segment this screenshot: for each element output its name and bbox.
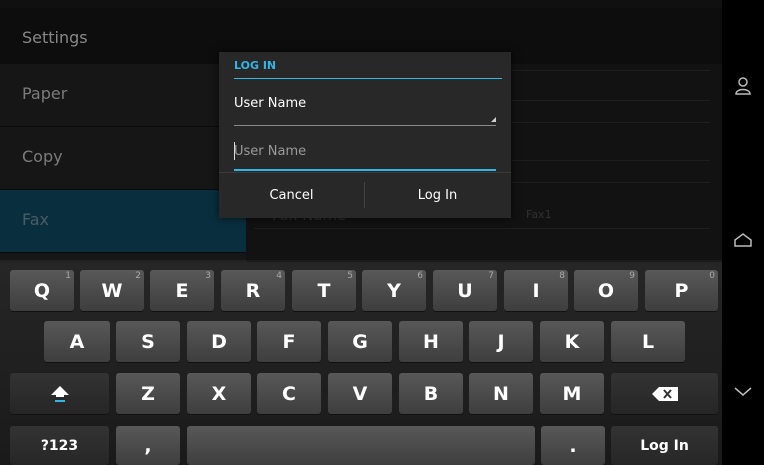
text-caret bbox=[234, 142, 235, 160]
key-e[interactable]: E3 bbox=[150, 270, 214, 311]
key-label: Y bbox=[387, 279, 401, 302]
key-l[interactable]: L bbox=[611, 321, 685, 362]
key-u[interactable]: U7 bbox=[433, 270, 497, 311]
key-y[interactable]: Y6 bbox=[362, 270, 426, 311]
key-s[interactable]: S bbox=[116, 321, 180, 362]
cancel-button[interactable]: Cancel bbox=[219, 173, 364, 218]
backspace-key[interactable] bbox=[611, 373, 718, 414]
key-hint: 7 bbox=[488, 271, 494, 281]
key-a[interactable]: A bbox=[44, 321, 110, 362]
key-m[interactable]: M bbox=[540, 373, 604, 414]
recent-apps-button[interactable] bbox=[722, 66, 764, 106]
dropdown-underline bbox=[234, 125, 496, 126]
key-label: O bbox=[597, 279, 615, 302]
home-button[interactable] bbox=[722, 220, 764, 260]
key-j[interactable]: J bbox=[469, 321, 533, 362]
key-w[interactable]: W2 bbox=[80, 270, 144, 311]
dropdown-value: User Name bbox=[234, 96, 307, 111]
dialog-title: LOG IN bbox=[234, 59, 277, 72]
key-t[interactable]: T5 bbox=[292, 270, 356, 311]
comma-key[interactable]: , bbox=[116, 426, 180, 465]
recent-apps-icon bbox=[735, 77, 751, 95]
key-i[interactable]: I8 bbox=[504, 270, 568, 311]
key-label: E bbox=[175, 279, 189, 302]
system-nav-bar bbox=[722, 0, 764, 465]
home-icon bbox=[734, 233, 752, 247]
key-d[interactable]: D bbox=[187, 321, 251, 362]
log-in-button[interactable]: Log In bbox=[365, 173, 510, 218]
key-n[interactable]: N bbox=[469, 373, 533, 414]
shift-icon bbox=[50, 385, 69, 402]
hide-keyboard-button[interactable] bbox=[722, 372, 764, 412]
key-c[interactable]: C bbox=[257, 373, 321, 414]
key-hint: 3 bbox=[205, 271, 211, 281]
key-hint: 2 bbox=[135, 271, 141, 281]
key-label: T bbox=[317, 279, 331, 302]
key-q[interactable]: Q1 bbox=[10, 270, 74, 311]
key-h[interactable]: H bbox=[399, 321, 463, 362]
dialog-title-divider bbox=[234, 78, 502, 79]
symbols-key[interactable]: ?123 bbox=[10, 426, 109, 465]
back-icon bbox=[734, 387, 752, 396]
key-x[interactable]: X bbox=[187, 373, 251, 414]
key-hint: 8 bbox=[559, 271, 565, 281]
key-p[interactable]: P0 bbox=[645, 270, 718, 311]
key-label: I bbox=[532, 279, 540, 302]
period-key[interactable]: . bbox=[541, 426, 605, 465]
soft-keyboard: Q1 W2 E3 R4 T5 Y6 U7 I8 O9 P0 A S D F G … bbox=[0, 262, 722, 465]
key-o[interactable]: O9 bbox=[574, 270, 638, 311]
key-z[interactable]: Z bbox=[116, 373, 180, 414]
enter-login-key[interactable]: Log In bbox=[611, 426, 718, 465]
key-hint: 6 bbox=[417, 271, 423, 281]
key-hint: 5 bbox=[347, 271, 353, 281]
dropdown-arrow-icon bbox=[491, 117, 496, 122]
key-hint: 9 bbox=[629, 271, 635, 281]
key-label: W bbox=[101, 279, 123, 302]
backspace-icon bbox=[651, 386, 678, 401]
key-r[interactable]: R4 bbox=[221, 270, 285, 311]
key-f[interactable]: F bbox=[257, 321, 321, 362]
key-hint: 4 bbox=[276, 271, 282, 281]
key-v[interactable]: V bbox=[328, 373, 392, 414]
login-dialog: LOG IN User Name User Name Cancel Log In bbox=[219, 52, 511, 218]
shift-key[interactable] bbox=[10, 373, 109, 414]
key-b[interactable]: B bbox=[399, 373, 463, 414]
key-g[interactable]: G bbox=[328, 321, 392, 362]
key-hint: 1 bbox=[65, 271, 71, 281]
key-k[interactable]: K bbox=[540, 321, 604, 362]
key-hint: 0 bbox=[709, 271, 715, 281]
input-placeholder: User Name bbox=[234, 144, 307, 159]
key-label: Q bbox=[33, 279, 51, 302]
key-label: P bbox=[674, 279, 689, 302]
user-name-dropdown[interactable]: User Name bbox=[234, 90, 496, 126]
user-name-input[interactable]: User Name bbox=[234, 136, 496, 171]
input-underline bbox=[234, 169, 496, 171]
app-screen: Settings Paper Copy Fax Fax Name Fax1 LO… bbox=[0, 0, 722, 465]
space-key[interactable] bbox=[187, 426, 535, 465]
key-label: U bbox=[457, 279, 473, 302]
key-label: R bbox=[245, 279, 261, 302]
